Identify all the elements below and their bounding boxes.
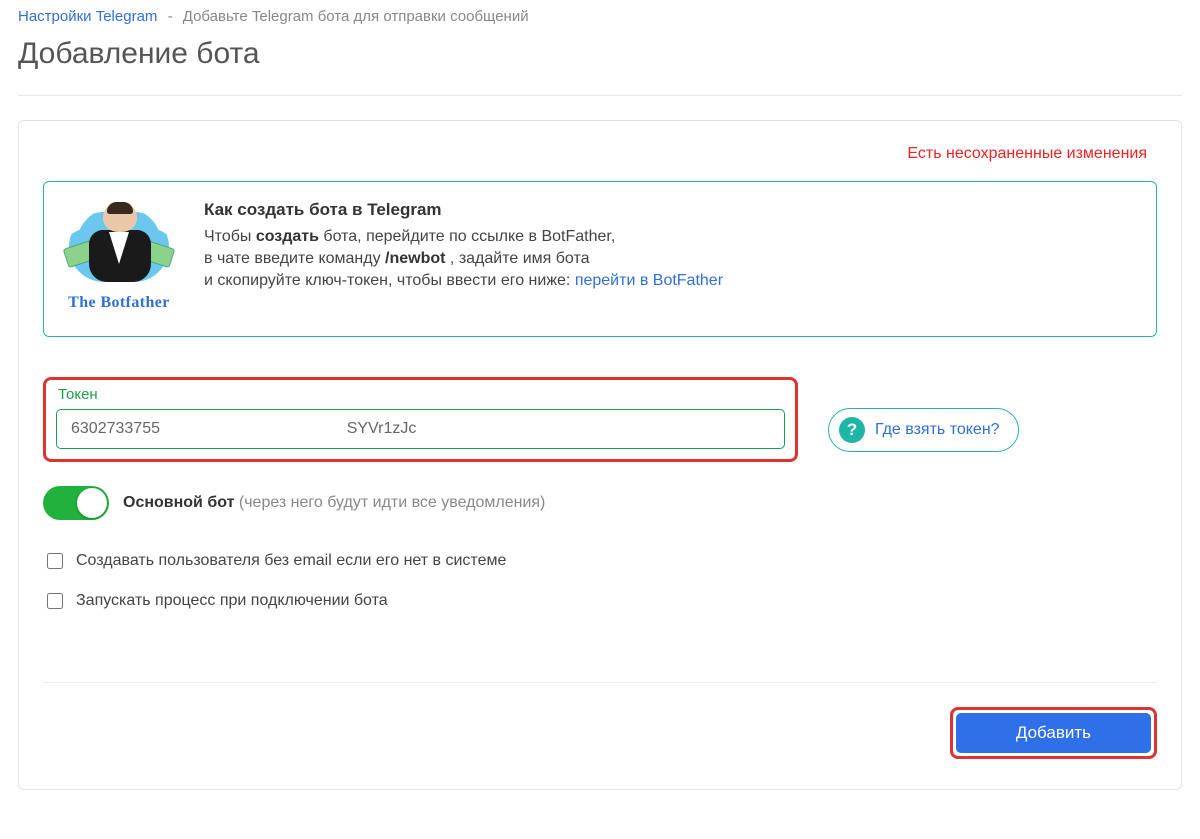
start-process-checkbox[interactable] <box>47 593 63 609</box>
botfather-caption: The Botfather <box>64 294 174 312</box>
unsaved-changes-warning: Есть несохраненные изменения <box>43 141 1157 181</box>
start-process-checkbox-row[interactable]: Запускать процесс при подключении бота <box>43 590 1157 612</box>
botfather-illustration: The Botfather <box>64 200 174 312</box>
help-line2-bold: /newbot <box>385 250 445 267</box>
divider <box>18 95 1182 96</box>
help-text: Как создать бота в Telegram Чтобы создат… <box>204 200 1136 294</box>
help-line1-c: бота, перейдите по ссылке в BotFather, <box>319 228 615 245</box>
token-help-button-label: Где взять токен? <box>875 421 1000 439</box>
token-field-highlight: Токен <box>43 377 798 462</box>
breadcrumb-current: Добавьте Telegram бота для отправки сооб… <box>183 8 529 25</box>
main-bot-label-bold: Основной бот <box>123 494 234 511</box>
create-user-checkbox-row[interactable]: Создавать пользователя без email если ег… <box>43 550 1157 572</box>
help-title: Как создать бота в Telegram <box>204 200 1136 220</box>
submit-row: Добавить <box>43 707 1157 759</box>
token-row: Токен ? Где взять токен? <box>43 377 1157 462</box>
token-help-button[interactable]: ? Где взять токен? <box>828 408 1019 452</box>
breadcrumb-separator: - <box>162 8 179 25</box>
footer-divider <box>43 682 1157 683</box>
help-line1-bold: создать <box>256 228 319 245</box>
question-icon: ? <box>839 417 865 443</box>
help-line2-a: в чате введите команду <box>204 250 385 267</box>
main-bot-toggle[interactable] <box>43 486 109 520</box>
help-line2-c: , задайте имя бота <box>445 250 589 267</box>
botfather-link[interactable]: перейти в BotFather <box>575 272 723 289</box>
main-bot-label-note: (через него будут идти все уведомления) <box>234 494 545 511</box>
form-card: Есть несохраненные изменения The Botfath… <box>18 120 1182 790</box>
main-bot-label: Основной бот (через него будут идти все … <box>123 494 545 512</box>
create-user-checkbox[interactable] <box>47 553 63 569</box>
breadcrumb: Настройки Telegram - Добавьте Telegram б… <box>18 0 1182 37</box>
help-line3-a: и скопируйте ключ-токен, чтобы ввести ег… <box>204 272 575 289</box>
create-user-label: Создавать пользователя без email если ег… <box>76 552 506 570</box>
add-button[interactable]: Добавить <box>956 713 1151 753</box>
page-title: Добавление бота <box>18 37 1182 71</box>
start-process-label: Запускать процесс при подключении бота <box>76 592 388 610</box>
breadcrumb-link-settings[interactable]: Настройки Telegram <box>18 8 157 25</box>
main-bot-toggle-row: Основной бот (через него будут идти все … <box>43 486 1157 520</box>
token-input[interactable] <box>56 409 785 449</box>
help-panel: The Botfather Как создать бота в Telegra… <box>43 181 1157 337</box>
submit-highlight: Добавить <box>950 707 1157 759</box>
help-line1-a: Чтобы <box>204 228 256 245</box>
token-label: Токен <box>58 386 785 403</box>
